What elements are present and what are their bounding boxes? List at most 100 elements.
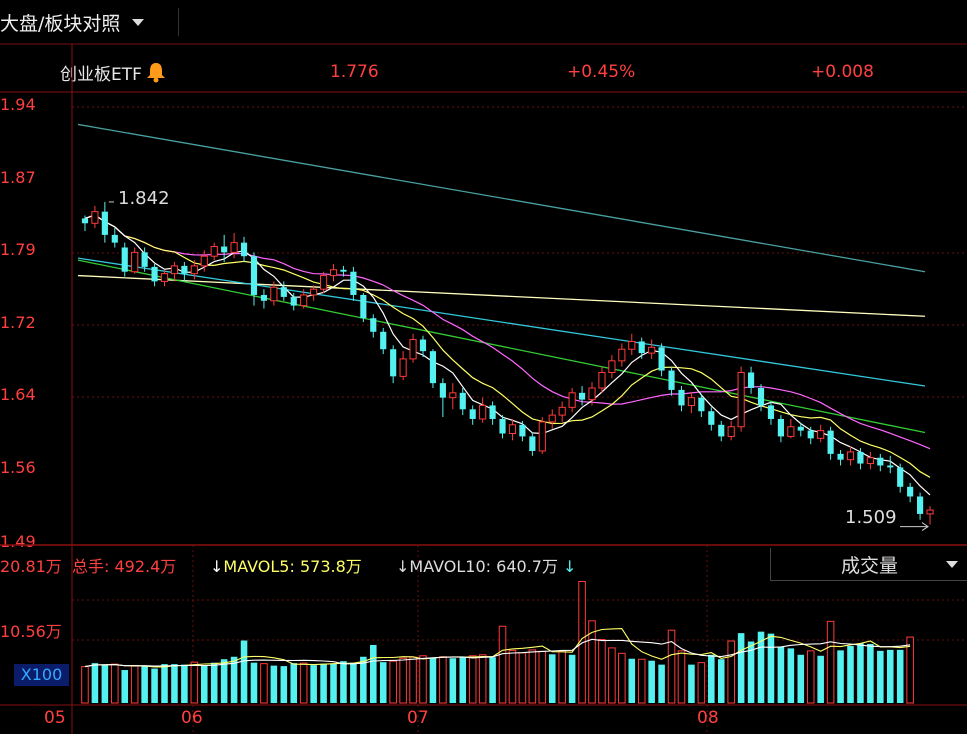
candle-body [499, 418, 506, 434]
candle-body [926, 509, 934, 515]
candle-body [718, 424, 725, 437]
volume-bar [717, 659, 725, 703]
volume-bar [588, 620, 596, 704]
candle-body [757, 387, 765, 406]
candle-body [608, 360, 616, 373]
volume-bar [598, 639, 606, 704]
volume-bar [459, 657, 467, 703]
volume-bar [379, 662, 387, 703]
candle-body [687, 397, 696, 406]
low-price-label: 1.509 [845, 507, 897, 528]
x-tick-label: 06 [181, 708, 203, 728]
mavol5-line [84, 628, 911, 668]
volume-bar [767, 633, 775, 703]
candle-body [887, 465, 894, 468]
volume-bar [737, 633, 745, 703]
volume-bar [708, 654, 715, 703]
volume-bar [568, 654, 576, 703]
volume-bar [528, 649, 537, 704]
candle-body [131, 251, 139, 273]
candle-body [489, 405, 496, 419]
candle-body [340, 269, 347, 272]
candle-body [827, 430, 834, 454]
volume-bar [628, 658, 636, 703]
candle-body [698, 397, 705, 412]
candle-body [548, 414, 556, 423]
volume-bar [886, 649, 894, 703]
chevron-down-icon [946, 561, 958, 568]
candle-body [319, 275, 328, 290]
volume-bar [637, 658, 646, 704]
x-tick-label: 07 [407, 708, 429, 728]
indicator-dropdown[interactable]: 成交量 [770, 548, 967, 581]
volume-bar [200, 665, 208, 703]
candle-body [459, 392, 466, 410]
down-arrow-icon: ↓ [557, 557, 577, 576]
candlestick-chart[interactable] [0, 0, 967, 734]
candle-body [91, 211, 99, 224]
volume-bar [130, 665, 139, 704]
volume-bar [389, 660, 397, 704]
candle-body [429, 351, 437, 384]
candle-body [390, 349, 397, 377]
x-tick-label: 08 [697, 708, 719, 728]
volume-bar [489, 657, 496, 703]
volume-bar [548, 654, 556, 703]
volume-bar [608, 647, 616, 704]
candle-body [797, 426, 804, 431]
candle-body [787, 426, 795, 437]
volume-bar [538, 650, 547, 704]
volume-bar [797, 654, 805, 703]
volume-bar [857, 643, 864, 703]
volume-bar [727, 640, 735, 704]
candle-body [230, 242, 238, 253]
x-tick-label: 05 [44, 708, 66, 728]
volume-bar [468, 655, 477, 704]
volume-bar [777, 646, 785, 703]
candle-body [658, 347, 665, 371]
candle-body [727, 426, 735, 437]
candle-body [558, 406, 566, 416]
volume-bar [181, 664, 188, 703]
volume-bar [409, 656, 417, 704]
volume-bar [299, 662, 308, 704]
candle-body [151, 266, 158, 282]
mavol5-label: ↓MAVOL5: 573.8万 [210, 553, 362, 577]
ma250-line [77, 123, 926, 273]
volume-bar [837, 650, 844, 703]
candle-body [767, 405, 775, 419]
volume-bar [618, 652, 626, 704]
candle-body [350, 271, 357, 295]
candle-body [648, 346, 656, 354]
candle-body [917, 496, 924, 514]
volume-bar [320, 663, 327, 703]
candle-body [578, 392, 586, 400]
candle-body [121, 247, 128, 272]
candle-body [628, 340, 636, 350]
candle-body [380, 331, 387, 350]
candle-body [638, 341, 645, 354]
volume-bar [399, 657, 407, 704]
candle-body [141, 252, 148, 267]
candle-body [846, 451, 855, 461]
candle-body [857, 451, 864, 464]
candle-body [300, 294, 308, 307]
volume-bar [558, 650, 566, 704]
volume-bar [290, 663, 298, 703]
candle-body [807, 430, 814, 439]
volume-mid-tick: 10.56万 [0, 622, 62, 641]
candle-body [439, 383, 446, 398]
candle-body [877, 457, 884, 466]
candle-body [897, 467, 904, 487]
candle-body [708, 411, 715, 425]
volume-bar [697, 662, 706, 704]
candle-body [399, 358, 407, 377]
candle-body [210, 246, 218, 257]
candle-body [190, 265, 198, 275]
candle-body [370, 318, 377, 332]
volume-bar [250, 662, 258, 703]
mavol5-text: MAVOL5: 573.8万 [223, 557, 362, 576]
total-volume-label: 总手: 492.4万 [72, 557, 177, 576]
volume-bar [429, 657, 437, 703]
volume-bar [806, 650, 815, 704]
